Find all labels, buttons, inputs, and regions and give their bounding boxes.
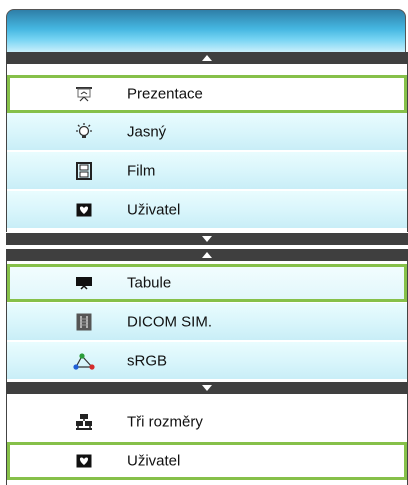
display-mode-menu: Prezentace Jasný Film Uživatel Tabule DI… (0, 0, 408, 485)
arrow-up-icon (202, 252, 212, 258)
menu-item-label: Film (127, 162, 156, 179)
user-heart-icon (73, 451, 95, 471)
menu-group-3: Tři rozměry Uživatel (6, 394, 408, 485)
menu-item-label: Tabule (127, 274, 172, 292)
menu-item-label: Jasný (127, 123, 167, 140)
menu-item-label: Uživatel (127, 201, 181, 218)
menu-header (6, 9, 406, 52)
menu-group-2: Tabule DICOM SIM. sRGB (6, 261, 408, 382)
menu-item-label: Prezentace (127, 85, 203, 103)
arrow-up-icon (202, 55, 212, 61)
arrow-down-icon (202, 385, 212, 391)
arrow-down-icon (202, 236, 212, 242)
bright-bulb-icon (73, 122, 95, 142)
menu-item-label: DICOM SIM. (127, 313, 212, 330)
scroll-down-button[interactable] (6, 382, 408, 394)
blackboard-icon (73, 273, 95, 293)
film-icon (73, 161, 95, 181)
menu-item-srgb[interactable]: sRGB (7, 342, 407, 380)
presentation-icon (73, 84, 95, 104)
menu-item-presentation[interactable]: Prezentace (7, 75, 407, 113)
menu-item-label: sRGB (127, 352, 168, 369)
user-heart-icon (73, 200, 95, 220)
menu-item-3d[interactable]: Tři rozměry (7, 403, 407, 441)
scroll-up-button[interactable] (6, 249, 408, 261)
srgb-triangle-icon (73, 351, 95, 371)
scroll-down-button[interactable] (6, 233, 408, 245)
menu-item-dicom[interactable]: DICOM SIM. (7, 303, 407, 341)
xray-icon (73, 312, 95, 332)
menu-group-1: Prezentace Jasný Film Uživatel (6, 64, 408, 232)
menu-item-label: Tři rozměry (127, 413, 203, 430)
menu-item-label: Uživatel (127, 452, 181, 470)
menu-item-user[interactable]: Uživatel (7, 442, 407, 480)
menu-item-film[interactable]: Film (7, 152, 407, 190)
menu-item-bright[interactable]: Jasný (7, 113, 407, 151)
menu-item-user[interactable]: Uživatel (7, 191, 407, 229)
menu-item-blackboard[interactable]: Tabule (7, 264, 407, 302)
3d-icon (73, 412, 95, 432)
scroll-up-button[interactable] (6, 52, 408, 64)
